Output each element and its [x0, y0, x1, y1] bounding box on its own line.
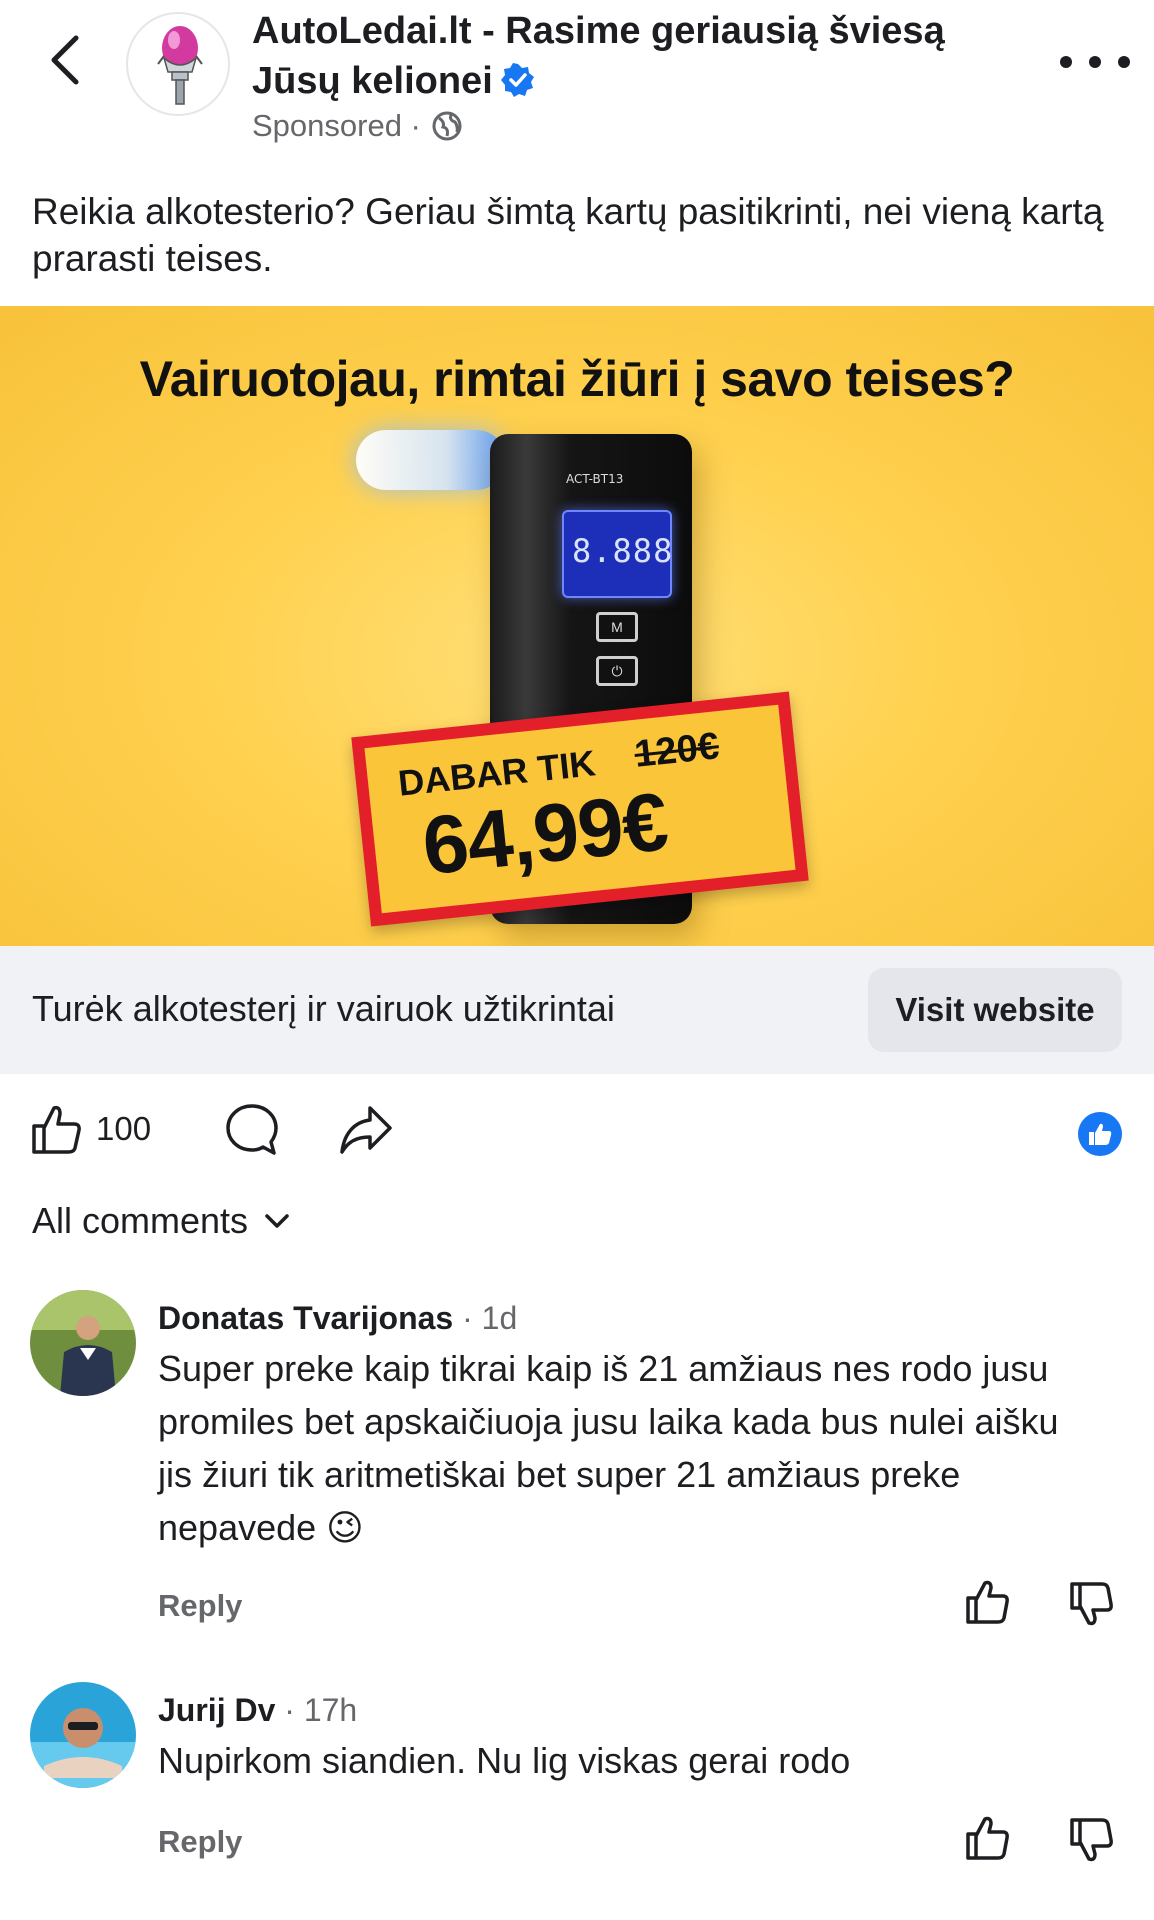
- all-comments-dropdown[interactable]: All comments: [32, 1200, 290, 1242]
- visit-website-button[interactable]: Visit website: [868, 968, 1122, 1052]
- comment-dislike-icon[interactable]: [1068, 1580, 1116, 1628]
- comment-header: Jurij Dv · 17h: [158, 1692, 357, 1729]
- breathalyzer-mouthpiece: [356, 430, 506, 490]
- chevron-left-icon: [51, 35, 79, 85]
- device-model-label: ACT-BT13: [566, 472, 624, 486]
- commenter-avatar[interactable]: [30, 1290, 136, 1396]
- page-avatar[interactable]: [126, 12, 230, 116]
- share-arrow-icon: [340, 1106, 392, 1154]
- comment-dislike-icon[interactable]: [1068, 1816, 1116, 1864]
- post-caption: Reikia alkotesterio? Geriau šimtą kartų …: [32, 191, 1104, 279]
- device-power-button: ⏻: [596, 656, 638, 686]
- commenter-name[interactable]: Donatas Tvarijonas: [158, 1300, 453, 1336]
- ice-torch-logo-icon: [157, 26, 203, 105]
- commenter-avatar[interactable]: [30, 1682, 136, 1788]
- commenter-name[interactable]: Jurij Dv: [158, 1692, 275, 1728]
- reply-button[interactable]: Reply: [158, 1824, 242, 1860]
- price-tag-inner: DABAR TIK 120€ 64,99€: [364, 704, 796, 914]
- comment-time: · 17h: [284, 1692, 358, 1728]
- comment-text: Nupirkom siandien. Nu lig viskas gerai r…: [158, 1740, 851, 1781]
- device-mode-button: M: [596, 612, 638, 642]
- device-display-digits: 8.888: [572, 532, 674, 570]
- price-old: 120€: [632, 725, 721, 776]
- cta-headline[interactable]: Turėk alkotesterį ir vairuok užtikrintai: [32, 988, 615, 1030]
- page-title-text: AutoLedai.lt - Rasime geriausią šviesą J…: [252, 10, 945, 102]
- like-reaction-badge[interactable]: [1078, 1112, 1122, 1156]
- back-button[interactable]: [40, 30, 90, 90]
- sponsored-label: Sponsored ·: [252, 108, 463, 144]
- comment-item: Jurij Dv · 17h Nupirkom siandien. Nu lig…: [0, 1682, 1154, 1902]
- comment-like-icon[interactable]: [964, 1578, 1012, 1626]
- like-count: 100: [96, 1110, 152, 1147]
- post-actions: 100: [0, 1096, 1154, 1168]
- sponsored-text: Sponsored ·: [252, 108, 421, 143]
- comment-time: · 1d: [462, 1300, 518, 1336]
- globe-icon: [432, 111, 462, 141]
- comment-header: Donatas Tvarijonas · 1d: [158, 1300, 517, 1337]
- more-dot-icon: [1089, 56, 1101, 68]
- comment-item: Donatas Tvarijonas · 1d Super preke kaip…: [0, 1290, 1154, 1660]
- reply-button[interactable]: Reply: [158, 1588, 242, 1624]
- ad-image[interactable]: Vairuotojau, rimtai žiūri į savo teises?…: [0, 306, 1154, 946]
- comment-bubble-icon: [226, 1104, 278, 1155]
- page-title[interactable]: AutoLedai.lt - Rasime geriausią šviesą J…: [252, 6, 1012, 106]
- more-dot-icon: [1060, 56, 1072, 68]
- thumbs-up-filled-icon: [1089, 1123, 1112, 1145]
- person-photo-icon: [30, 1290, 136, 1396]
- comment-button[interactable]: [224, 1102, 280, 1158]
- comment-text: Super preke kaip tikrai kaip iš 21 amžia…: [158, 1342, 1088, 1554]
- comment-like-icon[interactable]: [964, 1814, 1012, 1862]
- cta-bar: Turėk alkotesterį ir vairuok užtikrintai…: [0, 946, 1154, 1074]
- price-tag: DABAR TIK 120€ 64,99€: [351, 691, 809, 927]
- ad-headline: Vairuotojau, rimtai žiūri į savo teises?: [139, 351, 1015, 407]
- share-button[interactable]: [338, 1102, 394, 1158]
- all-comments-label: All comments: [32, 1200, 249, 1241]
- more-dot-icon: [1118, 56, 1130, 68]
- chevron-down-icon: [265, 1214, 289, 1228]
- more-options-button[interactable]: [1060, 44, 1130, 80]
- thumbs-up-icon: [32, 1105, 81, 1154]
- post-header: AutoLedai.lt - Rasime geriausią šviesą J…: [0, 0, 1154, 170]
- person-photo-icon: [30, 1682, 136, 1788]
- like-button[interactable]: 100: [30, 1102, 151, 1156]
- comment-text-body: Super preke kaip tikrai kaip iš 21 amžia…: [158, 1348, 1059, 1548]
- wink-emoji: 😉: [326, 1507, 364, 1548]
- verified-badge-icon: [500, 63, 534, 97]
